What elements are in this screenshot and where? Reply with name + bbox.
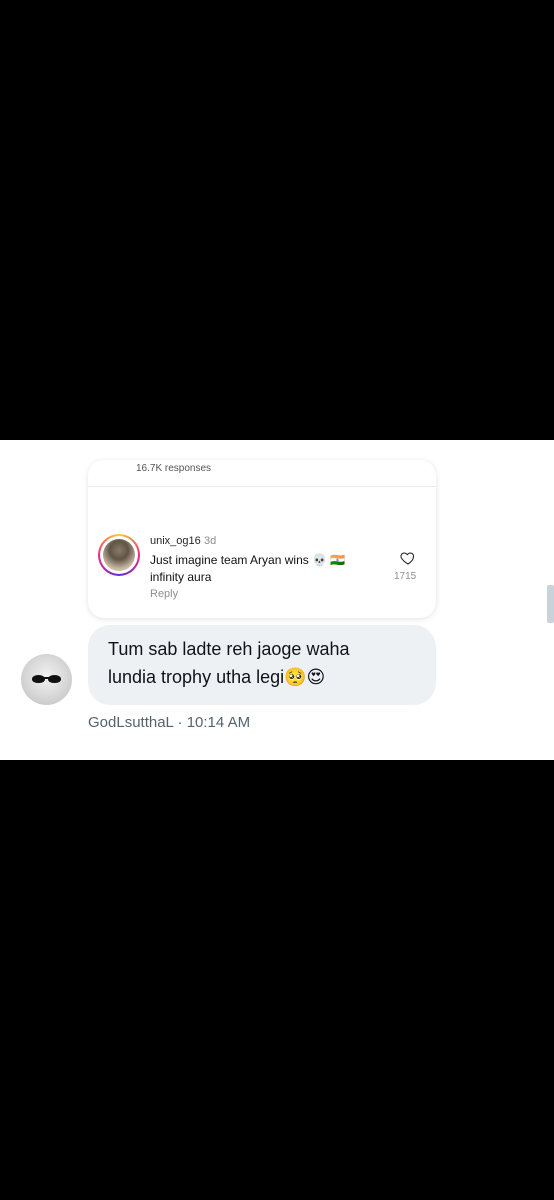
commenter-avatar[interactable] [98, 534, 140, 576]
like-count: 1715 [394, 571, 417, 582]
message-text-line2: lundia trophy utha legi🥺😍 [108, 667, 326, 687]
message-meta: GodLsutthaL · 10:14 AM [88, 714, 250, 731]
heart-outline-icon[interactable] [400, 550, 416, 566]
top-black-area [0, 0, 554, 440]
comment-time: 3d [204, 535, 217, 547]
reply-button[interactable]: Reply [150, 588, 178, 600]
card-header-strip: 16.7K responses [88, 460, 436, 487]
meta-separator: · [177, 714, 183, 731]
responses-count-partial: 16.7K responses [136, 463, 212, 474]
comment-text-line1: Just imagine team Aryan wins 💀 🇮🇳 [150, 553, 346, 567]
message-screenshot-band: 16.7K responses unix_og16 3d Just imagin… [0, 440, 554, 760]
scrollbar-thumb[interactable] [547, 585, 554, 623]
message-time: 10:14 AM [186, 714, 251, 731]
message-text-line1: Tum sab ladte reh jaoge waha [108, 639, 350, 659]
sender-avatar[interactable] [21, 654, 72, 705]
shared-comment-card[interactable]: 16.7K responses unix_og16 3d Just imagin… [88, 460, 436, 618]
message-bubble[interactable]: Tum sab ladte reh jaoge waha lundia trop… [88, 625, 436, 705]
comment-text-line2: infinity aura [150, 570, 212, 584]
sender-name: GodLsutthaL [88, 714, 174, 731]
commenter-avatar-photo [103, 539, 135, 571]
bottom-black-area [0, 760, 554, 1200]
commenter-username[interactable]: unix_og16 [150, 535, 201, 547]
